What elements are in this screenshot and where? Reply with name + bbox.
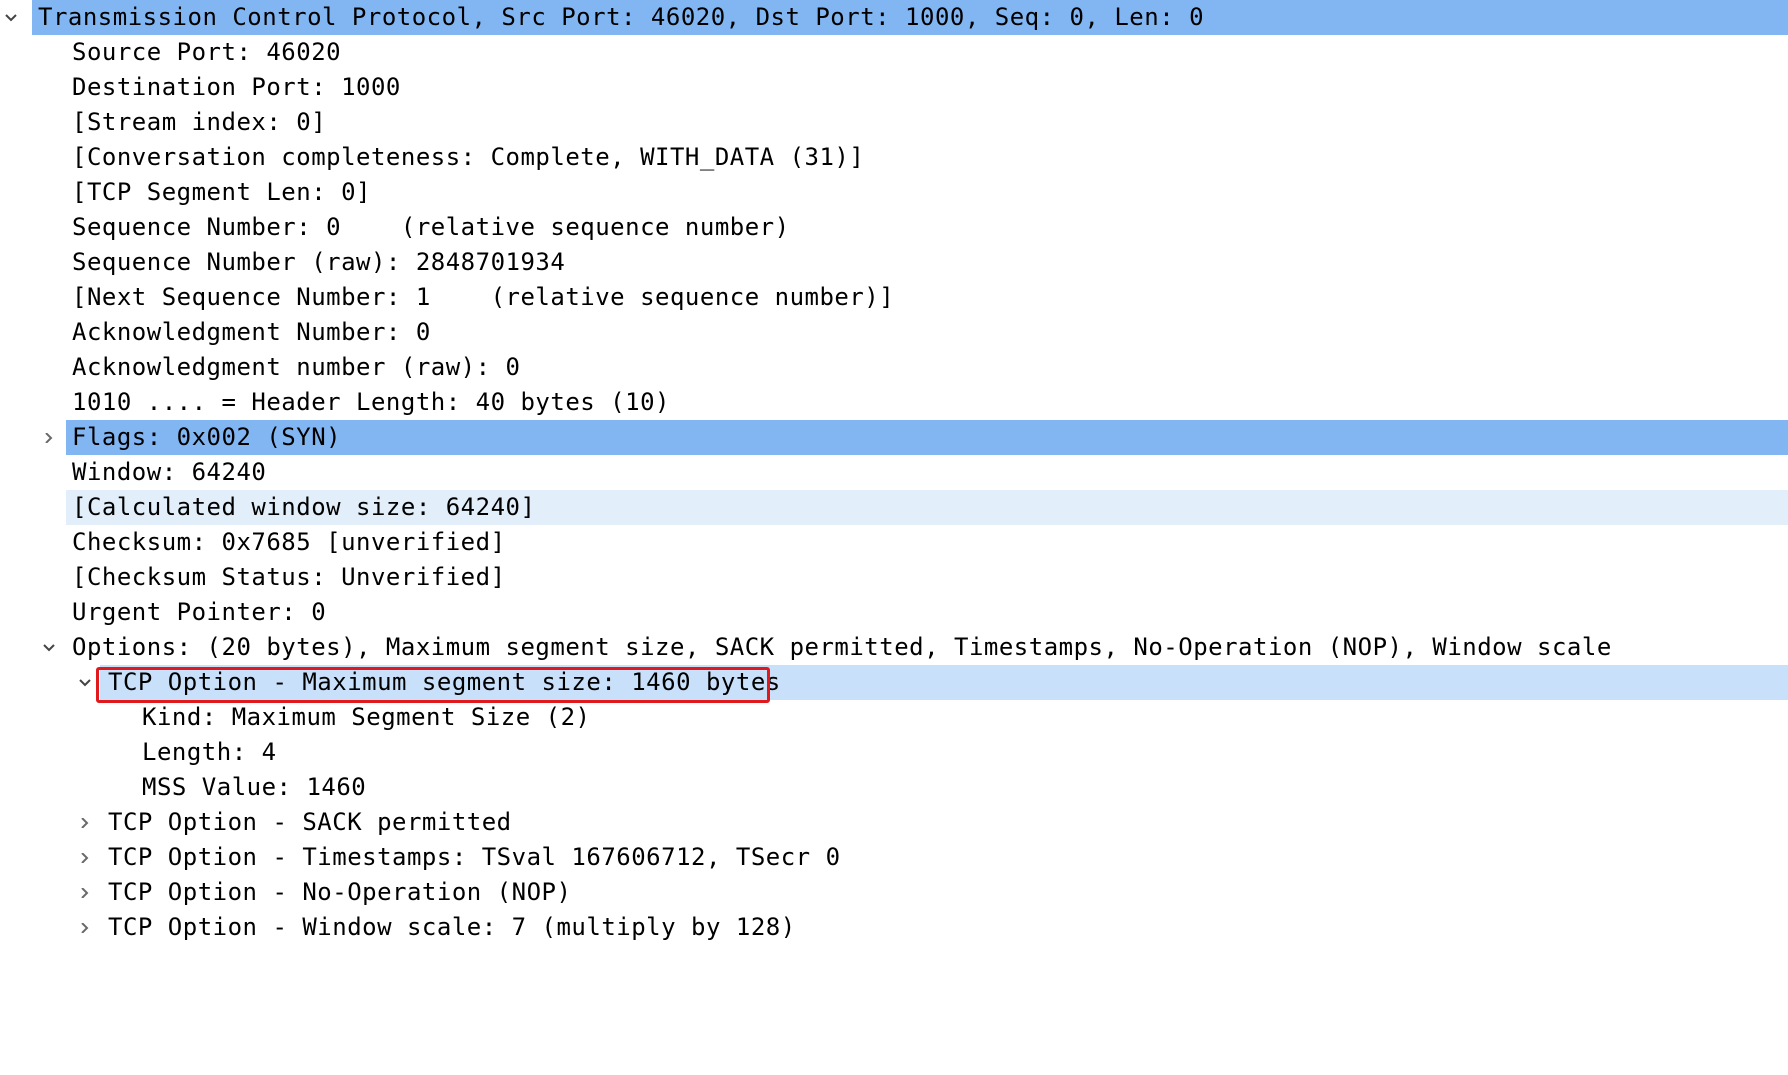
options-label: Options: (20 bytes), Maximum segment siz… <box>72 633 1612 661</box>
chevron-down-icon[interactable] <box>74 665 94 700</box>
field-label: Acknowledgment number (raw): 0 <box>72 353 521 381</box>
tree-row-mss-value[interactable]: MSS Value: 1460 <box>0 770 1788 805</box>
tree-row-sequence-number[interactable]: Sequence Number: 0 (relative sequence nu… <box>0 210 1788 245</box>
tree-row-option-nop[interactable]: TCP Option - No-Operation (NOP) <box>0 875 1788 910</box>
option-label: TCP Option - SACK permitted <box>108 808 512 836</box>
tree-row-ack-number-raw[interactable]: Acknowledgment number (raw): 0 <box>0 350 1788 385</box>
field-label: 1010 .... = Header Length: 40 bytes (10) <box>72 388 670 416</box>
field-label: Sequence Number: 0 (relative sequence nu… <box>72 213 790 241</box>
option-label: TCP Option - Window scale: 7 (multiply b… <box>108 913 796 941</box>
tree-row-option-timestamps[interactable]: TCP Option - Timestamps: TSval 167606712… <box>0 840 1788 875</box>
field-label: [Calculated window size: 64240] <box>72 493 536 521</box>
tree-row-calculated-window-size[interactable]: [Calculated window size: 64240] <box>0 490 1788 525</box>
field-label: [Conversation completeness: Complete, WI… <box>72 143 865 171</box>
field-label: Checksum: 0x7685 [unverified] <box>72 528 506 556</box>
tree-row-option-sack[interactable]: TCP Option - SACK permitted <box>0 805 1788 840</box>
field-label: MSS Value: 1460 <box>142 773 367 801</box>
tree-row-stream-index[interactable]: [Stream index: 0] <box>0 105 1788 140</box>
tree-row-segment-len[interactable]: [TCP Segment Len: 0] <box>0 175 1788 210</box>
field-label: [Checksum Status: Unverified] <box>72 563 506 591</box>
field-label: Sequence Number (raw): 2848701934 <box>72 248 566 276</box>
tree-row-checksum[interactable]: Checksum: 0x7685 [unverified] <box>0 525 1788 560</box>
tree-row-ack-number[interactable]: Acknowledgment Number: 0 <box>0 315 1788 350</box>
field-label: [Next Sequence Number: 1 (relative seque… <box>72 283 895 311</box>
tree-row-next-sequence-number[interactable]: [Next Sequence Number: 1 (relative seque… <box>0 280 1788 315</box>
flags-label: Flags: 0x002 (SYN) <box>72 423 342 451</box>
chevron-right-icon[interactable] <box>74 875 94 910</box>
tree-row-checksum-status[interactable]: [Checksum Status: Unverified] <box>0 560 1788 595</box>
chevron-right-icon[interactable] <box>74 840 94 875</box>
tree-row-header-length[interactable]: 1010 .... = Header Length: 40 bytes (10) <box>0 385 1788 420</box>
field-label: Length: 4 <box>142 738 277 766</box>
field-label: Acknowledgment Number: 0 <box>72 318 431 346</box>
field-label: [Stream index: 0] <box>72 108 327 136</box>
chevron-right-icon[interactable] <box>74 805 94 840</box>
tree-row-tcp-header[interactable]: Transmission Control Protocol, Src Port:… <box>0 0 1788 35</box>
option-label: TCP Option - No-Operation (NOP) <box>108 878 572 906</box>
field-label: Window: 64240 <box>72 458 267 486</box>
field-label: Kind: Maximum Segment Size (2) <box>142 703 591 731</box>
field-label: [TCP Segment Len: 0] <box>72 178 371 206</box>
tree-row-options[interactable]: Options: (20 bytes), Maximum segment siz… <box>0 630 1788 665</box>
tree-row-mss-kind[interactable]: Kind: Maximum Segment Size (2) <box>0 700 1788 735</box>
tree-row-window[interactable]: Window: 64240 <box>0 455 1788 490</box>
tree-row-option-mss[interactable]: TCP Option - Maximum segment size: 1460 … <box>0 665 1788 700</box>
tree-row-option-window-scale[interactable]: TCP Option - Window scale: 7 (multiply b… <box>0 910 1788 945</box>
field-label: Urgent Pointer: 0 <box>72 598 327 626</box>
field-label: Source Port: 46020 <box>72 38 342 66</box>
tree-row-sequence-number-raw[interactable]: Sequence Number (raw): 2848701934 <box>0 245 1788 280</box>
tree-row-flags[interactable]: Flags: 0x002 (SYN) <box>0 420 1788 455</box>
chevron-down-icon[interactable] <box>38 630 58 665</box>
chevron-right-icon[interactable] <box>38 420 58 455</box>
tcp-header-label: Transmission Control Protocol, Src Port:… <box>38 3 1205 31</box>
option-mss-label: TCP Option - Maximum segment size: 1460 … <box>108 668 781 696</box>
tree-row-urgent-pointer[interactable]: Urgent Pointer: 0 <box>0 595 1788 630</box>
tree-row-source-port[interactable]: Source Port: 46020 <box>0 35 1788 70</box>
chevron-down-icon[interactable] <box>0 0 20 35</box>
option-label: TCP Option - Timestamps: TSval 167606712… <box>108 843 841 871</box>
tree-row-destination-port[interactable]: Destination Port: 1000 <box>0 70 1788 105</box>
tree-row-mss-length[interactable]: Length: 4 <box>0 735 1788 770</box>
field-label: Destination Port: 1000 <box>72 73 401 101</box>
tree-row-conversation-completeness[interactable]: [Conversation completeness: Complete, WI… <box>0 140 1788 175</box>
chevron-right-icon[interactable] <box>74 910 94 945</box>
